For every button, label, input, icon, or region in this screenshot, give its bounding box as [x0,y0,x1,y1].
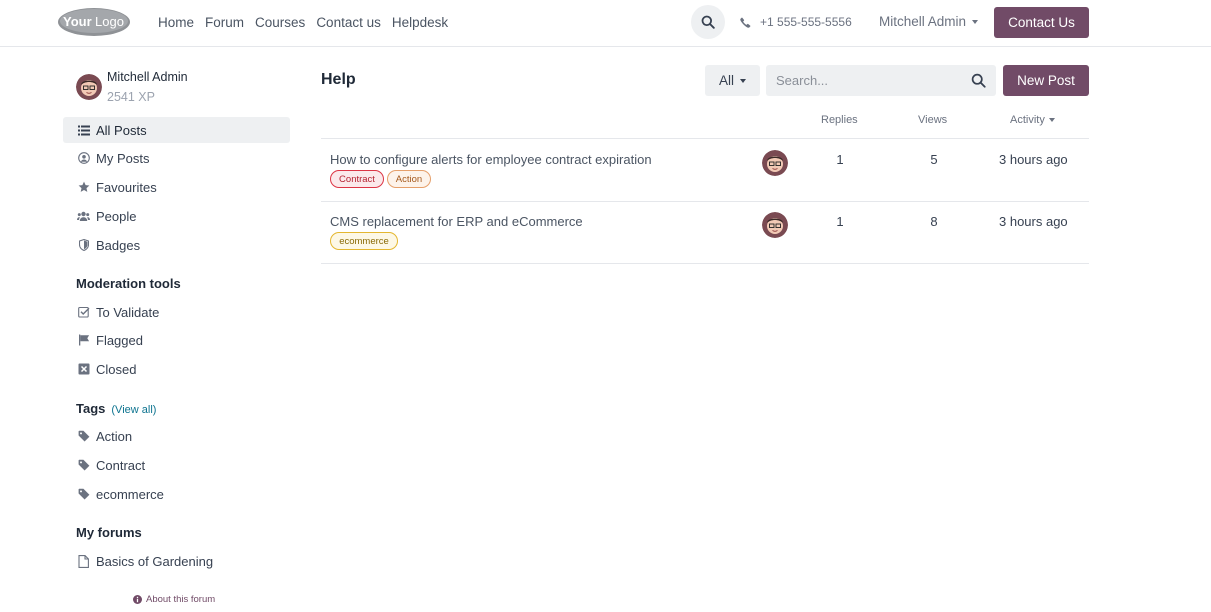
sidebar-item-label: Closed [96,361,137,377]
logo[interactable]: Your Logo [57,7,132,37]
sidebar-item-label: My Posts [96,150,150,166]
post-activity-time: 3 hours ago [999,152,1068,167]
filter-label: All [718,73,734,88]
post-tag-contract[interactable]: Contract [330,170,384,188]
search-icon [701,15,715,29]
column-header-activity[interactable]: Activity [1010,114,1055,126]
svg-text:Your: Your [63,14,92,29]
phone-number: +1 555-555-5556 [760,15,852,29]
sidebar-tag-contract[interactable]: Contract [63,452,290,478]
divider [321,263,1089,264]
sidebar-tag-ecommerce[interactable]: ecommerce [63,481,290,507]
column-header-views: Views [918,114,948,126]
view-all-tags-link[interactable]: (View all) [111,404,156,416]
post-replies-count: 1 [836,214,844,229]
sidebar-tag-label: Action [96,428,133,444]
post-title-link[interactable]: How to configure alerts for employee con… [330,152,652,167]
activity-sort-label: Activity [1010,114,1045,126]
sidebar-forum-basics-of-gardening[interactable]: Basics of Gardening [63,548,290,574]
search-submit-button[interactable] [971,73,986,88]
sidebar-item-label: All Posts [96,122,147,138]
post-views-count: 8 [930,214,938,229]
sidebar-item-label: Favourites [96,179,157,195]
profile-name: Mitchell Admin [107,70,188,84]
nav-courses[interactable]: Courses [255,14,305,31]
info-icon [133,595,142,604]
sidebar-item-label: Flagged [96,332,143,348]
sidebar-item-to-validate[interactable]: To Validate [63,299,290,325]
sidebar-item-label: Badges [96,237,141,253]
list-icon [77,124,90,137]
sort-down-icon [1048,118,1055,122]
file-icon [77,554,90,568]
sidebar-item-label: People [96,208,137,224]
tag-icon [77,430,90,443]
phone-icon [740,17,751,28]
tags-heading: Tags (View all) [76,401,156,416]
sidebar-forum-label: Basics of Gardening [96,553,214,569]
forum-search [766,65,996,96]
tags-heading-label: Tags [76,401,106,416]
about-forum-label: About this forum [146,594,216,605]
profile-xp: 2541 XP [107,90,155,104]
about-forum-link[interactable]: About this forum [133,594,215,605]
post-title-link[interactable]: CMS replacement for ERP and eCommerce [330,214,583,229]
tag-icon [77,459,90,472]
sidebar-tag-action[interactable]: Action [63,423,290,449]
sidebar-item-flagged[interactable]: Flagged [63,327,290,353]
avatar[interactable] [762,212,788,238]
post-views-count: 5 [930,152,938,167]
page-title: Help [321,71,356,88]
sidebar-item-closed[interactable]: Closed [63,356,290,382]
flag-icon [77,334,90,347]
avatar[interactable] [762,150,788,176]
header-search-button[interactable] [691,5,725,39]
close-square-icon [77,363,90,376]
user-icon [77,152,90,165]
sidebar-item-label: To Validate [96,304,160,320]
nav-forum[interactable]: Forum [205,14,244,31]
post-replies-count: 1 [836,152,844,167]
post-tag-action[interactable]: Action [387,170,431,188]
main-nav: Home Forum Courses Contact us Helpdesk [158,14,459,31]
sidebar-tag-label: ecommerce [96,486,164,502]
tag-icon [77,488,90,501]
nav-home[interactable]: Home [158,14,194,31]
svg-text:Logo: Logo [95,14,124,29]
sidebar-item-people[interactable]: People [63,203,290,229]
logo-image: Your Logo [58,8,130,36]
check-square-icon [77,306,90,319]
contact-us-button[interactable]: Contact Us [994,7,1089,38]
phone-link[interactable]: +1 555-555-5556 [740,15,852,29]
avatar [76,74,102,100]
sidebar-item-badges[interactable]: Badges [63,232,290,258]
star-icon [77,181,90,194]
chevron-down-icon [740,78,746,83]
user-profile[interactable]: Mitchell Admin 2541 XP [76,70,296,106]
sidebar-item-my-posts[interactable]: My Posts [63,145,290,171]
post-activity-time: 3 hours ago [999,214,1068,229]
shield-icon [77,239,90,252]
search-icon [971,73,986,88]
moderation-tools-heading: Moderation tools [76,276,181,291]
search-input[interactable] [766,65,956,96]
divider [321,201,1089,202]
my-forums-heading: My forums [76,525,142,540]
filter-dropdown[interactable]: All [705,65,760,96]
sidebar-item-all-posts[interactable]: All Posts [63,117,290,143]
sidebar-item-favourites[interactable]: Favourites [63,174,290,200]
column-header-replies: Replies [821,114,858,126]
sidebar-tag-label: Contract [96,457,146,473]
top-navbar: Your Logo Home Forum Courses Contact us … [0,0,1211,47]
chevron-down-icon [972,19,979,24]
nav-contact-us[interactable]: Contact us [316,14,381,31]
user-menu-name: Mitchell Admin [879,14,967,29]
post-tag-ecommerce[interactable]: ecommerce [330,232,398,250]
divider [321,138,1089,139]
users-icon [77,210,90,223]
user-menu-dropdown[interactable]: Mitchell Admin [879,14,979,29]
nav-helpdesk[interactable]: Helpdesk [392,14,448,31]
new-post-button[interactable]: New Post [1003,65,1089,96]
